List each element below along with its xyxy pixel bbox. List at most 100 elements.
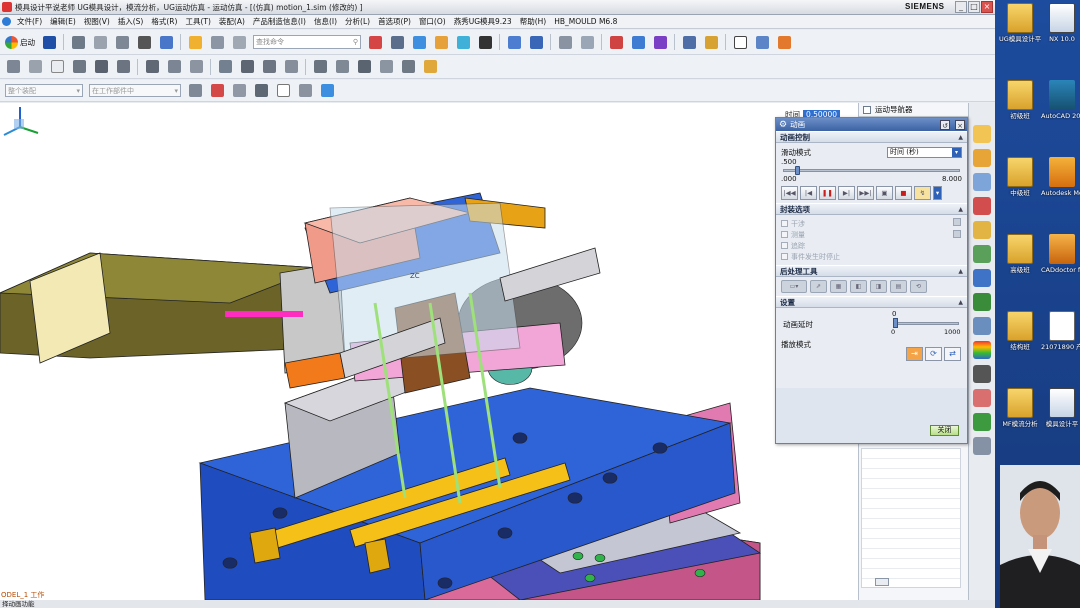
desktop-icon-caddoctor[interactable]: CADdoctor for Autoc bbox=[1041, 234, 1080, 274]
menu-item[interactable]: 分析(L) bbox=[341, 16, 374, 27]
close-icon[interactable]: × bbox=[981, 1, 993, 13]
desktop-icon-autocad[interactable]: AutoCAD 2008 - S bbox=[1041, 80, 1080, 120]
menu-item[interactable]: HB_MOULD M6.8 bbox=[550, 17, 621, 26]
move-icon[interactable] bbox=[399, 58, 417, 76]
dialog-reset-icon[interactable]: ↺ bbox=[940, 119, 950, 130]
point-icon[interactable] bbox=[187, 58, 205, 76]
play-once-icon[interactable]: ⇥ bbox=[906, 347, 923, 361]
step-back-icon[interactable]: |◀ bbox=[800, 186, 817, 200]
desktop-icon-folder[interactable]: 高级班 bbox=[999, 234, 1041, 274]
assembly-navigator-icon[interactable] bbox=[973, 125, 991, 143]
process-studio-icon[interactable] bbox=[973, 413, 991, 431]
nx-menu-icon[interactable] bbox=[2, 17, 11, 26]
arc-icon[interactable] bbox=[260, 58, 278, 76]
frame-icon[interactable] bbox=[731, 33, 749, 51]
menu-item[interactable]: 编辑(E) bbox=[46, 16, 80, 27]
time-slider[interactable] bbox=[783, 166, 960, 175]
section-post-tools[interactable]: 后处理工具 ▲ bbox=[776, 265, 967, 277]
navigator-scrollbar[interactable] bbox=[875, 578, 889, 586]
orient-view-icon[interactable] bbox=[476, 33, 494, 51]
cube-select-icon[interactable] bbox=[318, 82, 336, 100]
maximize-icon[interactable]: □ bbox=[968, 1, 980, 13]
web-browser-icon[interactable] bbox=[973, 269, 991, 287]
spring-icon[interactable] bbox=[143, 58, 161, 76]
capture-icon[interactable]: ▦ bbox=[830, 280, 847, 293]
interference-settings-icon[interactable] bbox=[953, 218, 961, 226]
shaded-cube-icon[interactable] bbox=[410, 33, 428, 51]
filter-icon[interactable] bbox=[186, 82, 204, 100]
menu-item[interactable]: 工具(T) bbox=[181, 16, 214, 27]
render-style-icon[interactable] bbox=[388, 33, 406, 51]
yellow-stub-right[interactable] bbox=[364, 538, 391, 574]
snap-point-icon[interactable] bbox=[208, 82, 226, 100]
part-navigator-icon[interactable] bbox=[973, 173, 991, 191]
delete-icon[interactable] bbox=[135, 33, 153, 51]
desktop-icon-folder[interactable]: MF模流分析 bbox=[999, 388, 1041, 428]
datum-icon[interactable] bbox=[216, 58, 234, 76]
extrude-icon[interactable] bbox=[4, 58, 22, 76]
navigator-list[interactable] bbox=[861, 448, 961, 588]
measure-settings-icon[interactable] bbox=[953, 230, 961, 238]
measure-checkbox[interactable]: 测量 bbox=[781, 229, 962, 240]
driver-icon[interactable] bbox=[607, 33, 625, 51]
reset-icon[interactable] bbox=[775, 33, 793, 51]
loop-play-icon[interactable]: ⟳ bbox=[925, 347, 942, 361]
damper-icon[interactable] bbox=[165, 58, 183, 76]
dialog-close-icon[interactable]: × bbox=[955, 119, 965, 130]
desktop-icon-nx[interactable]: NX 10.0 bbox=[1041, 3, 1080, 43]
menu-item[interactable]: 视图(V) bbox=[80, 16, 114, 27]
start-button[interactable]: 启动 bbox=[2, 33, 38, 51]
motion-navigator-icon[interactable] bbox=[973, 197, 991, 215]
blend-icon[interactable] bbox=[92, 58, 110, 76]
gear-feature-icon[interactable] bbox=[114, 58, 132, 76]
rectangle-select-icon[interactable] bbox=[274, 82, 292, 100]
assembly-icon[interactable] bbox=[355, 58, 373, 76]
menu-item[interactable]: 窗口(O) bbox=[415, 16, 450, 27]
line-icon[interactable] bbox=[238, 58, 256, 76]
undo-icon[interactable] bbox=[157, 33, 175, 51]
desktop-icon-folder[interactable]: 中级班 bbox=[999, 157, 1041, 197]
stop-on-event-checkbox[interactable]: 事件发生时停止 bbox=[781, 251, 962, 262]
stop-icon[interactable]: ■ bbox=[895, 186, 912, 200]
dialog-settings-icon[interactable]: ⚙ bbox=[779, 120, 787, 130]
step-forward-icon[interactable]: ▶| bbox=[838, 186, 855, 200]
motion-body-icon[interactable] bbox=[505, 33, 523, 51]
section-animation-control[interactable]: 动画控制 ▲ bbox=[776, 131, 967, 143]
paste-icon[interactable] bbox=[113, 33, 131, 51]
close-button[interactable]: 关闭 bbox=[930, 425, 959, 436]
desktop-icon-document[interactable]: 21071890 产品开模 bbox=[1041, 311, 1080, 351]
select-icon[interactable] bbox=[186, 33, 204, 51]
menu-item[interactable]: 装配(A) bbox=[215, 16, 249, 27]
chart-icon[interactable]: ▤ bbox=[890, 280, 907, 293]
constraint-icon[interactable] bbox=[377, 58, 395, 76]
desktop-icon-ug[interactable]: 模具设计平 bbox=[1041, 388, 1080, 428]
menu-item[interactable]: 格式(R) bbox=[147, 16, 181, 27]
follow-object-icon[interactable]: ⇗ bbox=[810, 280, 827, 293]
snap-icon[interactable] bbox=[366, 33, 384, 51]
checklist-icon[interactable] bbox=[753, 33, 771, 51]
chevron-down-icon[interactable]: ▾ bbox=[933, 186, 942, 200]
constraint-navigator-icon[interactable] bbox=[973, 149, 991, 167]
arc-center-icon[interactable] bbox=[230, 82, 248, 100]
reverse-loop-icon[interactable]: ⇄ bbox=[944, 347, 961, 361]
cut-icon[interactable] bbox=[69, 33, 87, 51]
cursor-icon[interactable] bbox=[252, 82, 270, 100]
dialog-title-bar[interactable]: ⚙ 动画 ↺ × bbox=[776, 118, 967, 131]
menu-item[interactable]: 首选项(P) bbox=[374, 16, 415, 27]
system-scene-icon[interactable] bbox=[973, 389, 991, 407]
group-icon[interactable] bbox=[208, 33, 226, 51]
ruler-icon[interactable] bbox=[702, 33, 720, 51]
rewind-icon[interactable]: |◀◀ bbox=[781, 186, 798, 200]
menu-item[interactable]: 产品制造信息(I) bbox=[249, 16, 310, 27]
background-icon[interactable] bbox=[454, 33, 472, 51]
marker-icon[interactable] bbox=[680, 33, 698, 51]
selection-scope-dropdown[interactable]: 在工作部件中 ▾ bbox=[89, 84, 181, 97]
reuse-library-icon[interactable] bbox=[973, 221, 991, 239]
revolve-icon[interactable] bbox=[70, 58, 88, 76]
measure-icon[interactable] bbox=[556, 33, 574, 51]
pause-icon[interactable]: ❚❚ bbox=[819, 186, 836, 200]
trace-checkbox[interactable]: 追踪 bbox=[781, 240, 962, 251]
menu-item[interactable]: 燕秀UG模具9.23 bbox=[450, 16, 516, 27]
menu-item[interactable]: 信息(I) bbox=[310, 16, 341, 27]
menu-item[interactable]: 插入(S) bbox=[114, 16, 148, 27]
